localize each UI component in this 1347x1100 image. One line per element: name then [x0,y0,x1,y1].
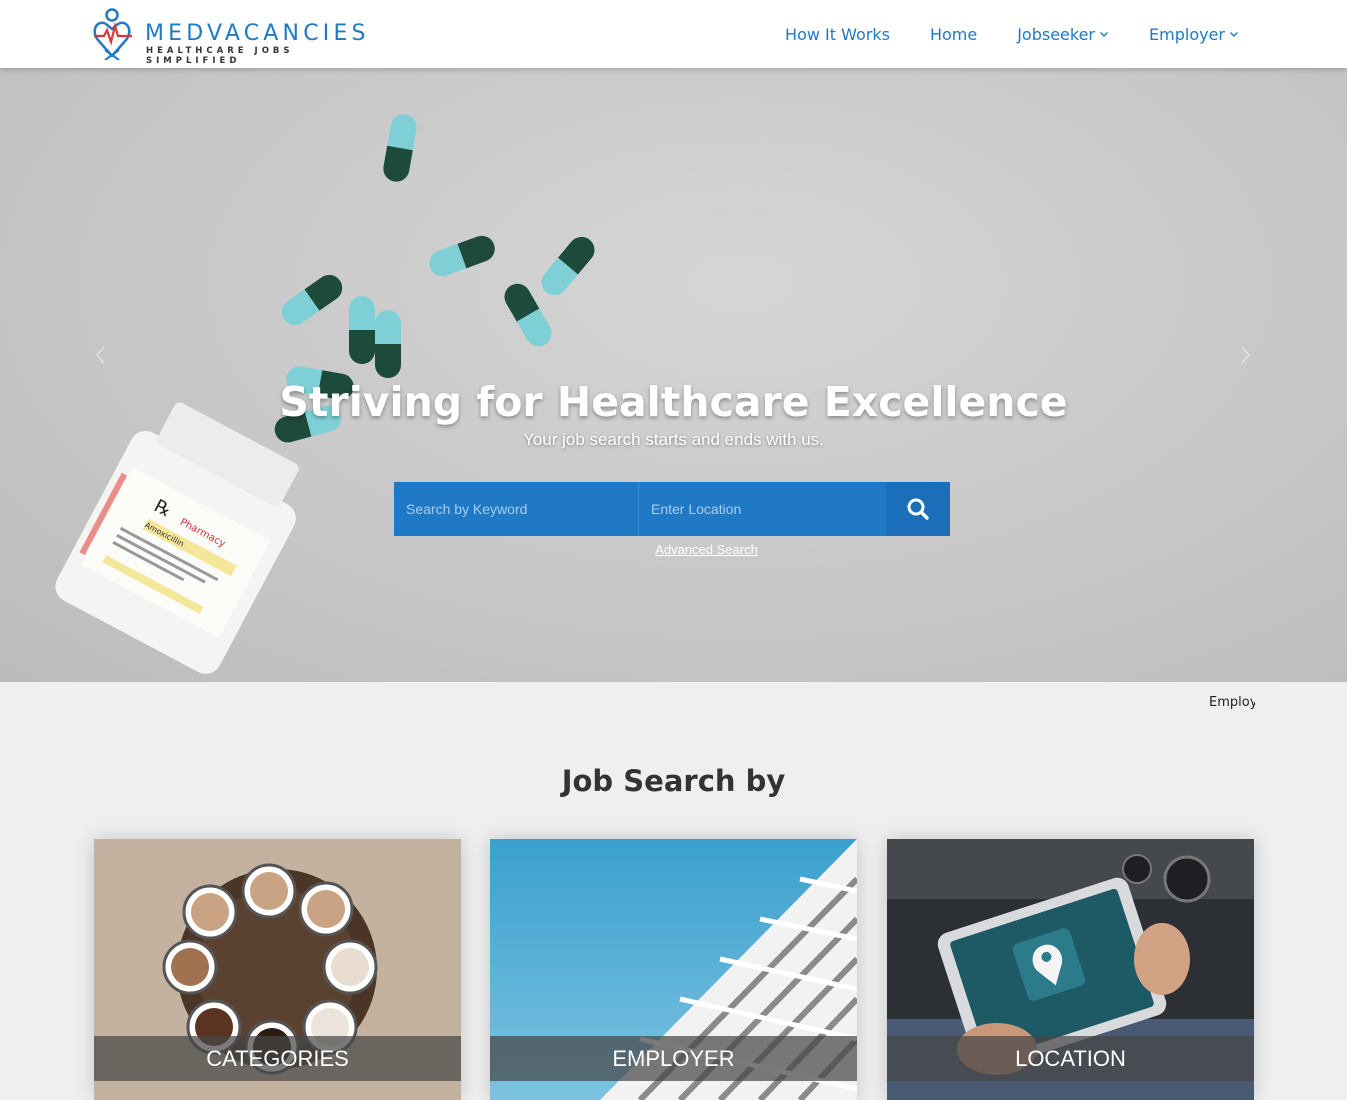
card-categories[interactable]: CATEGORIES [94,839,461,1100]
section-title: Job Search by [561,764,786,798]
logo-heart-icon [93,8,132,60]
chevron-left-icon[interactable] [94,344,108,366]
chevron-right-icon[interactable] [1238,344,1252,366]
nav-employer-dropdown[interactable]: Employer [1149,25,1239,44]
card-label: EMPLOYER [490,1036,857,1081]
card-employer[interactable]: EMPLOYER [490,839,857,1100]
nav-label: Jobseeker [1017,24,1096,44]
search-button[interactable] [886,482,950,536]
search-icon [907,498,929,520]
brand-tagline: HEALTHCARE JOBS SIMPLIFIED [146,46,294,66]
location-input[interactable] [639,482,886,536]
hero-title: Striving for Healthcare Excellence [279,378,1068,426]
site-header: MEDVACANCIES HEALTHCARE JOBS SIMPLIFIED … [0,0,1347,68]
brand-name: MEDVACANCIES [145,21,370,46]
main-nav: How It Works Home Jobseeker Employer [745,0,1239,68]
chevron-down-icon [1230,32,1238,37]
hero-subtitle: Your job search starts and ends with us. [523,430,824,449]
nav-how-it-works[interactable]: How It Works [785,25,890,44]
employer-ticker: Employ [1209,695,1255,710]
capsule [349,296,375,364]
card-label: LOCATION [887,1036,1254,1081]
nav-jobseeker-dropdown[interactable]: Jobseeker [1017,25,1109,44]
job-search-form [394,482,950,536]
card-location[interactable]: LOCATION [887,839,1254,1100]
nav-label: Home [929,24,978,44]
hero-carousel: ℞ Pharmacy Amoxicillin Striving for Heal… [0,68,1347,682]
card-label: CATEGORIES [94,1036,461,1081]
capsule [541,236,595,296]
capsule [429,235,495,277]
capsule [383,114,417,182]
advanced-search-link[interactable]: Advanced Search [0,542,1347,557]
nav-home[interactable]: Home [930,25,977,44]
nav-label: How It Works [785,24,890,44]
brand-logo[interactable]: MEDVACANCIES HEALTHCARE JOBS SIMPLIFIED [92,8,382,66]
nav-label: Employer [1149,24,1225,44]
chevron-down-icon [1100,32,1109,37]
keyword-input[interactable] [394,482,639,536]
capsule [375,310,401,378]
capsule [281,274,343,326]
hero-background-image: ℞ Pharmacy Amoxicillin [55,114,595,674]
